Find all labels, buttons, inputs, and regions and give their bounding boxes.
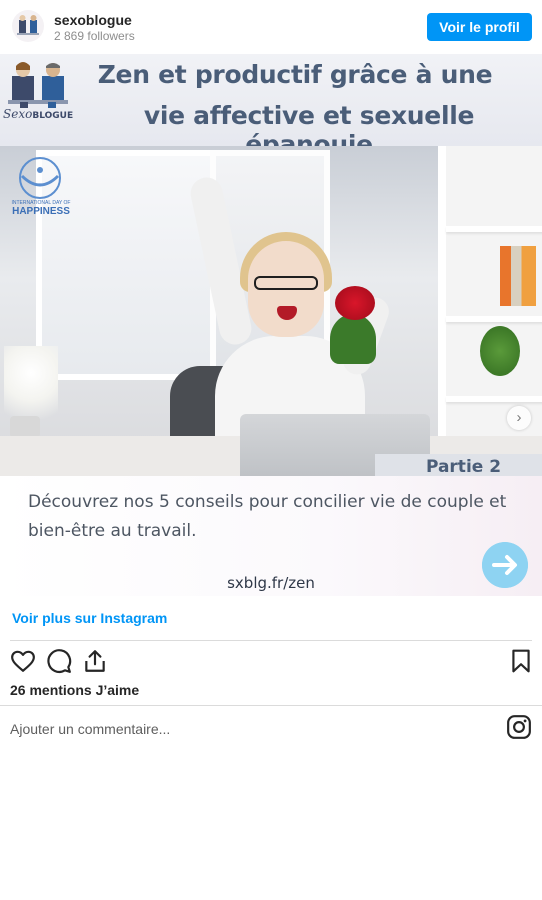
heart-icon[interactable]	[10, 648, 36, 674]
likes-count[interactable]: 26 mentions J’aime	[10, 682, 139, 698]
view-profile-button[interactable]: Voir le profil	[427, 13, 532, 41]
plant-leaves	[330, 314, 376, 364]
flower-pot	[10, 416, 40, 438]
brand-wordmark: SexoBLOGUE	[3, 107, 74, 121]
followers-count: 2 869 followers	[54, 29, 135, 43]
comment-icon[interactable]	[46, 648, 72, 674]
post-header: sexoblogue 2 869 followers Voir le profi…	[0, 0, 542, 54]
plant	[480, 326, 520, 376]
post-image[interactable]: SexoBLOGUE Zen et productif grâce à une …	[0, 54, 542, 596]
share-icon[interactable]	[82, 648, 108, 674]
divider	[10, 640, 532, 641]
shelf-board	[446, 226, 542, 232]
chevron-right-icon[interactable]: ›	[507, 406, 531, 430]
comment-input[interactable]: Ajouter un commentaire...	[10, 721, 170, 737]
happiness-label: INTERNATIONAL DAY OF HAPPINESS	[11, 200, 71, 217]
glasses	[254, 276, 318, 290]
red-flower	[335, 286, 375, 320]
books	[500, 246, 536, 306]
post-title-line-1: Zen et productif grâce à une	[97, 60, 493, 89]
divider	[0, 705, 542, 706]
bookmark-icon[interactable]	[508, 648, 534, 674]
instagram-icon[interactable]	[506, 714, 532, 740]
shelf-board	[446, 316, 542, 322]
avatar[interactable]	[12, 10, 44, 42]
shelf-board	[446, 396, 542, 402]
post-url: sxblg.fr/zen	[227, 574, 315, 592]
office-photo: INTERNATIONAL DAY OF HAPPINESS ›	[0, 146, 542, 476]
caption-band: Découvrez nos 5 conseils pour concilier …	[0, 476, 542, 596]
username[interactable]: sexoblogue	[54, 12, 132, 28]
title-band: SexoBLOGUE Zen et productif grâce à une …	[0, 54, 542, 159]
post-description: Découvrez nos 5 conseils pour concilier …	[28, 492, 507, 541]
see-more-link[interactable]: Voir plus sur Instagram	[12, 610, 167, 626]
